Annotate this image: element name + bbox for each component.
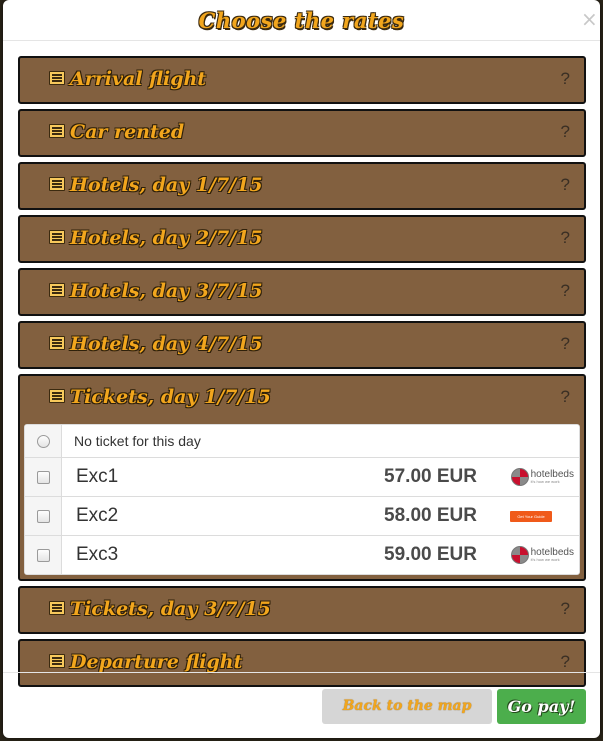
list-icon <box>49 601 65 615</box>
back-to-map-button[interactable]: Back to the map <box>322 689 492 724</box>
list-icon <box>49 336 65 350</box>
panel-tickets-day-1: Tickets, day 1/7/15 ? No ticket for this… <box>18 374 586 581</box>
list-icon <box>49 230 65 244</box>
panel-title: Tickets, day 3/7/15 <box>70 598 271 620</box>
ticket-option-row[interactable]: Exc1 57.00 EUR hotelbeds it's how we wor… <box>25 457 579 496</box>
ticket-option-row[interactable]: Exc2 58.00 EUR Get Your Guide <box>25 496 579 535</box>
ticket-name: Exc2 <box>76 505 119 526</box>
rate-panels: Arrival flight ? Car rented ? Hotels, da… <box>18 56 586 692</box>
close-icon[interactable]: × <box>581 9 598 29</box>
panel-hotels-day-2: Hotels, day 2/7/15 ? <box>18 215 586 263</box>
ticket-name: Exc3 <box>76 544 119 565</box>
panel-title: Hotels, day 2/7/15 <box>70 227 263 249</box>
help-icon[interactable]: ? <box>561 270 570 312</box>
list-icon <box>49 124 65 138</box>
no-ticket-label: No ticket for this day <box>74 433 201 449</box>
ticket-price: 57.00 EUR <box>384 466 477 487</box>
panel-header-hotels-day-2[interactable]: Hotels, day 2/7/15 ? <box>20 217 584 261</box>
ticket-price: 59.00 EUR <box>384 544 477 565</box>
list-icon <box>49 283 65 297</box>
ticket-price: 58.00 EUR <box>384 505 477 526</box>
ticket-checkbox[interactable] <box>36 470 50 484</box>
checkbox-cell <box>25 458 62 496</box>
panel-hotels-day-1: Hotels, day 1/7/15 ? <box>18 162 586 210</box>
hotelbeds-globe-icon <box>510 468 529 486</box>
checkbox-cell <box>25 536 62 574</box>
hotelbeds-logo: hotelbeds it's how we work <box>510 546 574 564</box>
help-icon[interactable]: ? <box>561 58 570 100</box>
panel-header-hotels-day-3[interactable]: Hotels, day 3/7/15 ? <box>20 270 584 314</box>
ticket-option-row[interactable]: Exc3 59.00 EUR hotelbeds it's how we wor… <box>25 535 579 574</box>
list-icon <box>49 389 65 403</box>
hotelbeds-globe-icon <box>510 546 529 564</box>
list-icon <box>49 177 65 191</box>
help-icon[interactable]: ? <box>561 164 570 206</box>
list-icon <box>49 654 65 668</box>
ticket-option-none[interactable]: No ticket for this day <box>25 425 579 457</box>
modal-footer: Back to the map Go pay! <box>3 672 600 738</box>
ticket-name: Exc1 <box>76 466 119 487</box>
panel-body-tickets-day-1: No ticket for this day Exc1 57.00 EUR ho… <box>20 420 584 579</box>
panel-hotels-day-3: Hotels, day 3/7/15 ? <box>18 268 586 316</box>
panel-header-hotels-day-1[interactable]: Hotels, day 1/7/15 ? <box>20 164 584 208</box>
hotelbeds-name: hotelbeds <box>530 547 574 558</box>
ticket-options-table: No ticket for this day Exc1 57.00 EUR ho… <box>24 424 580 575</box>
hotelbeds-name: hotelbeds <box>530 469 574 480</box>
modal-header: Choose the rates × <box>3 0 600 41</box>
checkbox-cell <box>25 497 62 535</box>
panel-tickets-day-3: Tickets, day 3/7/15 ? <box>18 586 586 634</box>
help-icon[interactable]: ? <box>561 588 570 630</box>
panel-title: Hotels, day 4/7/15 <box>70 333 263 355</box>
ticket-checkbox[interactable] <box>36 548 50 562</box>
panel-title: Car rented <box>70 121 185 143</box>
panel-header-arrival-flight[interactable]: Arrival flight ? <box>20 58 584 102</box>
help-icon[interactable]: ? <box>561 323 570 365</box>
modal-title: Choose the rates <box>198 8 405 33</box>
help-icon[interactable]: ? <box>561 217 570 259</box>
panel-title: Tickets, day 1/7/15 <box>70 386 271 408</box>
no-ticket-radio[interactable] <box>36 434 50 448</box>
panel-title: Hotels, day 3/7/15 <box>70 280 263 302</box>
panel-title: Arrival flight <box>70 68 207 90</box>
list-icon <box>49 71 65 85</box>
help-icon[interactable]: ? <box>561 376 570 418</box>
provider-logo-cell: hotelbeds it's how we work <box>477 468 579 486</box>
getyourguide-logo: Get Your Guide <box>510 510 552 522</box>
panel-header-tickets-day-1[interactable]: Tickets, day 1/7/15 ? <box>20 376 584 420</box>
panel-car-rented: Car rented ? <box>18 109 586 157</box>
help-icon[interactable]: ? <box>561 111 570 153</box>
hotelbeds-logo: hotelbeds it's how we work <box>510 468 574 486</box>
panel-arrival-flight: Arrival flight ? <box>18 56 586 104</box>
radio-cell <box>25 425 62 457</box>
panel-header-tickets-day-3[interactable]: Tickets, day 3/7/15 ? <box>20 588 584 632</box>
go-pay-button[interactable]: Go pay! <box>497 689 586 724</box>
panel-header-hotels-day-4[interactable]: Hotels, day 4/7/15 ? <box>20 323 584 367</box>
provider-logo-cell: hotelbeds it's how we work <box>477 546 579 564</box>
panel-header-car-rented[interactable]: Car rented ? <box>20 111 584 155</box>
ticket-checkbox[interactable] <box>36 509 50 523</box>
rates-modal: Choose the rates × Arrival flight ? Car … <box>3 0 600 738</box>
panel-hotels-day-4: Hotels, day 4/7/15 ? <box>18 321 586 369</box>
panel-title: Hotels, day 1/7/15 <box>70 174 263 196</box>
provider-logo-cell: Get Your Guide <box>477 510 579 522</box>
